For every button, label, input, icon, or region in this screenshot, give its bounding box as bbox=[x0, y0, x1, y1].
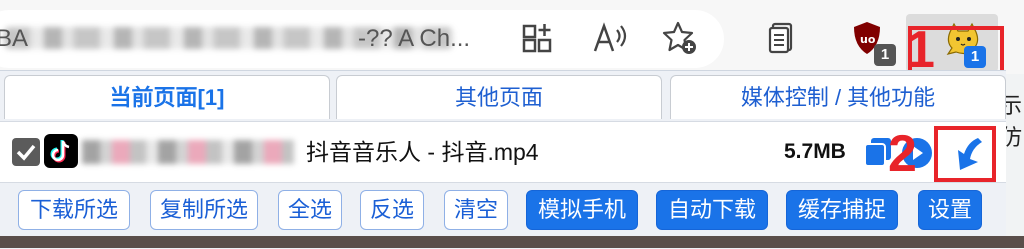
svg-text:uo: uo bbox=[860, 33, 876, 46]
annotation-number-2: 2 bbox=[888, 125, 917, 183]
annotation-number-1: 1 bbox=[906, 21, 935, 79]
file-name: 抖音音乐人 - 抖音.mp4 bbox=[306, 139, 539, 165]
cache-capture-button[interactable]: 缓存捕捉 bbox=[786, 190, 898, 230]
annotation-box-2 bbox=[934, 126, 996, 182]
ublock-count-badge: 1 bbox=[874, 44, 896, 66]
select-all-button[interactable]: 全选 bbox=[278, 190, 342, 230]
media-file-row[interactable]: 抖音音乐人 - 抖音.mp4 5.7MB 2 bbox=[0, 121, 1006, 183]
clear-button[interactable]: 清空 bbox=[444, 190, 508, 230]
check-icon bbox=[16, 144, 36, 161]
tiktok-icon bbox=[44, 134, 78, 168]
simulate-phone-button[interactable]: 模拟手机 bbox=[526, 190, 638, 230]
read-aloud-icon[interactable] bbox=[592, 20, 628, 56]
split-screen-icon[interactable] bbox=[520, 20, 556, 56]
filename-redacted bbox=[82, 140, 294, 164]
tab-other-pages[interactable]: 其他页面 bbox=[336, 75, 662, 119]
auto-download-button[interactable]: 自动下载 bbox=[656, 190, 768, 230]
copy-selected-button[interactable]: 复制所选 bbox=[150, 190, 258, 230]
url-text: ABA-?? A Ch... bbox=[0, 25, 471, 52]
tab-current-page[interactable]: 当前页面[1] bbox=[4, 75, 330, 119]
file-checkbox[interactable] bbox=[12, 138, 40, 166]
settings-button[interactable]: 设置 bbox=[918, 190, 982, 230]
add-favorite-icon[interactable] bbox=[662, 20, 698, 56]
invert-selection-button[interactable]: 反选 bbox=[360, 190, 424, 230]
file-size: 5.7MB bbox=[784, 140, 846, 163]
extension-panel: 当前页面[1] 其他页面 媒体控制 / 其他功能 抖音音乐人 - 抖音.mp4 … bbox=[0, 70, 1006, 249]
download-selected-button[interactable]: 下载所选 bbox=[18, 190, 130, 230]
action-button-row: 下载所选 复制所选 全选 反选 清空 模拟手机 自动下载 缓存捕捉 设置 bbox=[0, 187, 1006, 237]
tab-media-control[interactable]: 媒体控制 / 其他功能 bbox=[670, 75, 1006, 119]
browser-toolbar: ABA-?? A Ch... uo 1 1 1 bbox=[0, 0, 1024, 86]
page-background-strip bbox=[0, 236, 1024, 248]
collections-icon[interactable] bbox=[764, 20, 800, 56]
